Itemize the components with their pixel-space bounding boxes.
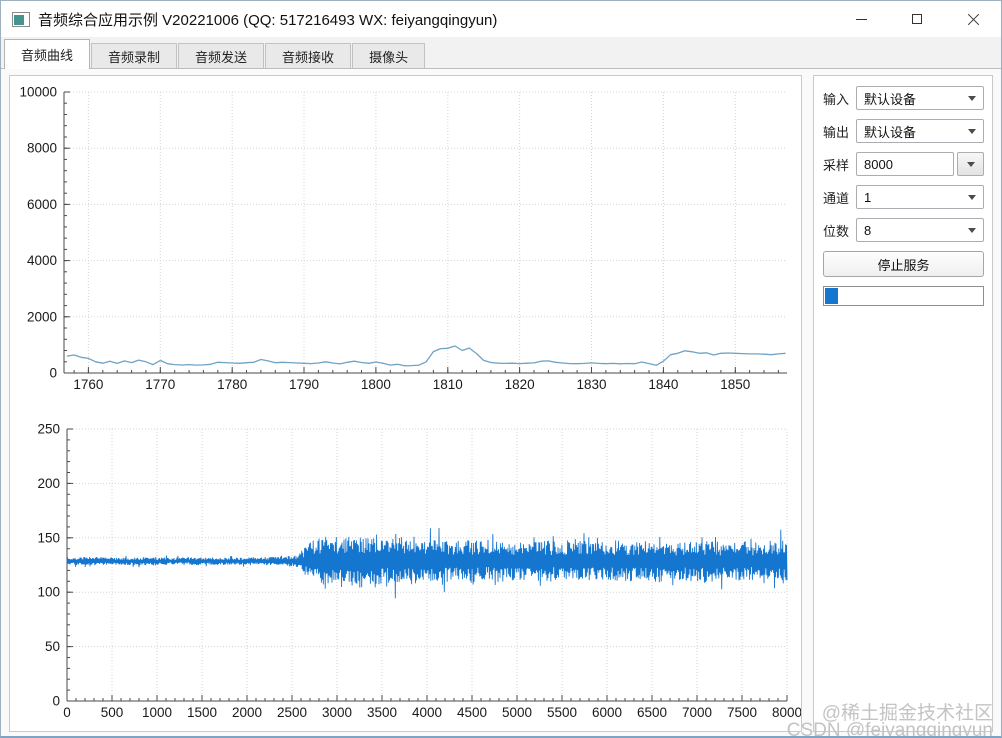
tab-audio-send[interactable]: 音频发送: [178, 43, 265, 68]
svg-text:5500: 5500: [547, 705, 577, 720]
svg-text:8000: 8000: [772, 705, 801, 720]
input-device-row: 输入 默认设备: [823, 86, 984, 110]
chevron-down-icon: [968, 227, 976, 233]
svg-text:1810: 1810: [433, 377, 463, 392]
svg-text:1760: 1760: [73, 377, 103, 392]
output-device-select[interactable]: 默认设备: [856, 119, 984, 143]
svg-text:1820: 1820: [505, 377, 535, 392]
output-device-label: 输出: [823, 124, 850, 140]
svg-text:4000: 4000: [27, 253, 57, 268]
svg-text:7500: 7500: [727, 705, 757, 720]
bit-depth-label: 位数: [823, 223, 850, 239]
channels-row: 通道 1: [823, 185, 984, 209]
svg-text:0: 0: [52, 694, 60, 709]
sample-rate-input[interactable]: 8000: [856, 152, 954, 176]
svg-text:1790: 1790: [289, 377, 319, 392]
tab-bar: 音频曲线 音频录制 音频发送 音频接收 摄像头: [1, 37, 1001, 69]
input-device-label: 输入: [823, 91, 850, 107]
output-device-value: 默认设备: [864, 124, 917, 140]
svg-text:3000: 3000: [322, 705, 352, 720]
svg-text:1770: 1770: [145, 377, 175, 392]
svg-text:4500: 4500: [457, 705, 487, 720]
settings-panel: 输入 默认设备 输出 默认设备 采样 8000 通道 1 位数 8 停止服务: [813, 75, 993, 732]
sample-rate-label: 采样: [823, 157, 850, 173]
audio-level-progressbar: [823, 286, 984, 306]
svg-text:100: 100: [37, 585, 60, 600]
svg-text:1500: 1500: [187, 705, 217, 720]
svg-text:1780: 1780: [217, 377, 247, 392]
window-title: 音频综合应用示例 V20221006 (QQ: 517216493 WX: fe…: [38, 11, 498, 29]
svg-text:5000: 5000: [502, 705, 532, 720]
tab-audio-receive[interactable]: 音频接收: [265, 43, 352, 68]
tab-audio-curve[interactable]: 音频曲线: [4, 39, 91, 69]
audio-amplitude-chart: 1760 1770 1780 1790 1800 1810 1820 1830 1840 1850…: [19, 85, 787, 392]
channels-value: 1: [864, 189, 872, 205]
progress-chunk: [825, 288, 838, 304]
sample-rate-row: 采样 8000: [823, 152, 984, 176]
svg-text:500: 500: [101, 705, 124, 720]
svg-text:6000: 6000: [27, 197, 57, 212]
audio-waveform-chart: 0 500 1000 1500 2000 2500 3000 3500 4000 4500 5000…: [37, 422, 801, 721]
chevron-down-icon: [968, 128, 976, 134]
svg-text:0: 0: [49, 366, 57, 381]
minimize-icon: [855, 18, 867, 20]
svg-text:150: 150: [37, 530, 60, 545]
tab-audio-record[interactable]: 音频录制: [91, 43, 178, 68]
channels-label: 通道: [823, 190, 850, 206]
app-window: 音频综合应用示例 V20221006 (QQ: 517216493 WX: fe…: [0, 0, 1002, 738]
svg-text:2000: 2000: [27, 309, 57, 324]
close-icon: [967, 13, 980, 26]
svg-text:10000: 10000: [19, 85, 57, 100]
svg-text:8000: 8000: [27, 141, 57, 156]
svg-text:1850: 1850: [720, 377, 750, 392]
svg-text:2500: 2500: [277, 705, 307, 720]
bit-depth-select[interactable]: 8: [856, 218, 984, 242]
chevron-down-icon: [968, 194, 976, 200]
svg-text:1830: 1830: [576, 377, 606, 392]
svg-text:7000: 7000: [682, 705, 712, 720]
sample-rate-value: 8000: [864, 156, 893, 172]
input-device-value: 默认设备: [864, 91, 917, 107]
tab-page-audio-curve: 1760 1770 1780 1790 1800 1810 1820 1830 1840 1850…: [1, 69, 1001, 736]
svg-text:200: 200: [37, 476, 60, 491]
svg-text:6500: 6500: [637, 705, 667, 720]
channels-select[interactable]: 1: [856, 185, 984, 209]
svg-text:1000: 1000: [142, 705, 172, 720]
close-button[interactable]: [945, 1, 1001, 37]
minimize-button[interactable]: [833, 1, 889, 37]
chevron-down-icon: [968, 95, 976, 101]
svg-text:6000: 6000: [592, 705, 622, 720]
maximize-icon: [912, 14, 922, 24]
title-bar: 音频综合应用示例 V20221006 (QQ: 517216493 WX: fe…: [1, 1, 1001, 37]
bit-depth-row: 位数 8: [823, 218, 984, 242]
svg-text:50: 50: [45, 639, 60, 654]
chart-panel: 1760 1770 1780 1790 1800 1810 1820 1830 1840 1850…: [9, 75, 802, 732]
input-device-select[interactable]: 默认设备: [856, 86, 984, 110]
svg-text:2000: 2000: [232, 705, 262, 720]
svg-text:0: 0: [63, 705, 71, 720]
sample-rate-combo: 8000: [856, 152, 984, 176]
app-icon: [12, 11, 30, 27]
svg-text:1800: 1800: [361, 377, 391, 392]
maximize-button[interactable]: [889, 1, 945, 37]
svg-text:4000: 4000: [412, 705, 442, 720]
output-device-row: 输出 默认设备: [823, 119, 984, 143]
svg-text:1840: 1840: [648, 377, 678, 392]
chevron-down-icon: [966, 161, 975, 167]
tab-camera[interactable]: 摄像头: [352, 43, 426, 68]
sample-rate-dropdown-button[interactable]: [957, 152, 984, 176]
window-controls: [833, 1, 1001, 37]
stop-service-button[interactable]: 停止服务: [823, 251, 984, 277]
svg-text:3500: 3500: [367, 705, 397, 720]
bit-depth-value: 8: [864, 222, 872, 238]
svg-text:250: 250: [37, 422, 60, 437]
